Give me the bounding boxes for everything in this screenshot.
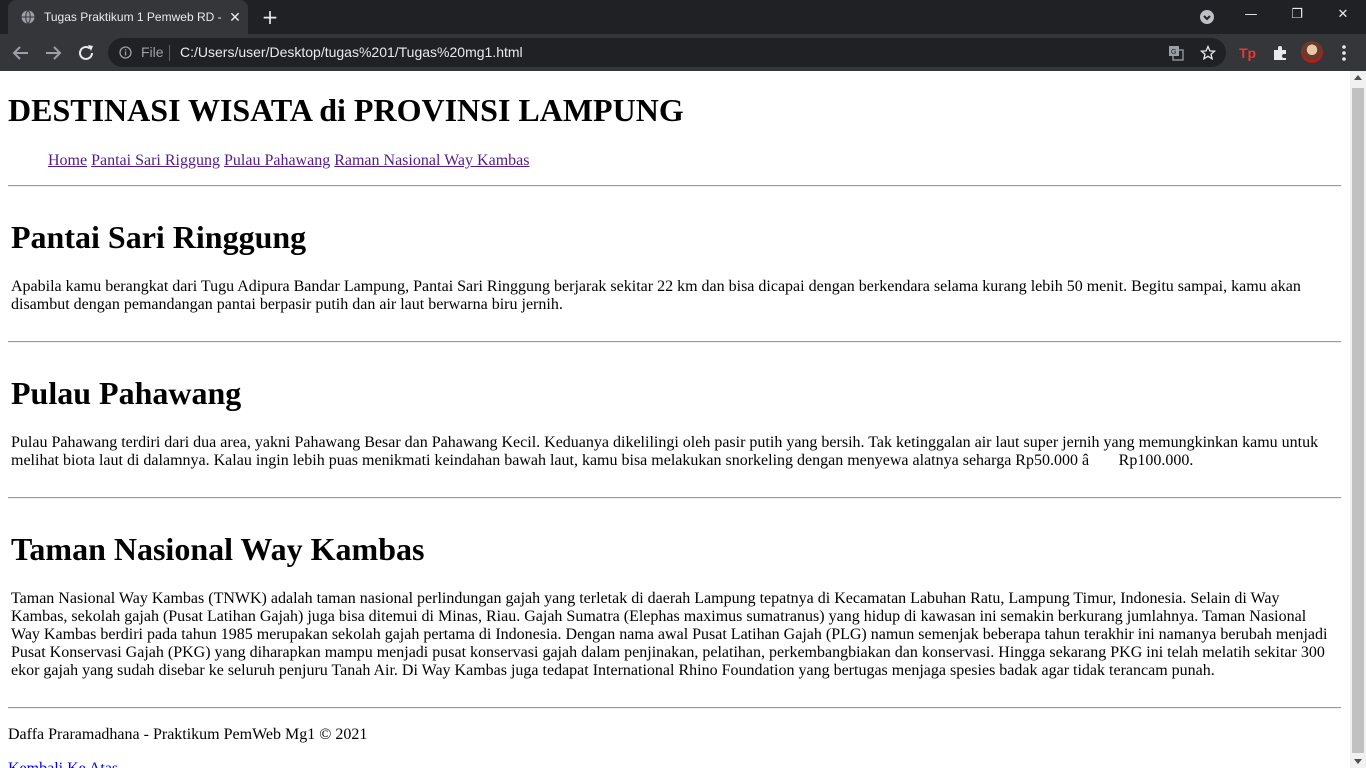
close-window-button[interactable]: ✕ — [1320, 0, 1366, 30]
info-icon[interactable] — [119, 46, 132, 59]
address-bar[interactable]: File C:/Users/user/Desktop/tugas%201/Tug… — [108, 38, 1226, 67]
globe-icon — [21, 10, 35, 24]
section-heading: Pulau Pahawang — [11, 375, 242, 411]
scroll-up-icon[interactable] — [1354, 75, 1362, 80]
scroll-down-icon[interactable] — [1354, 759, 1362, 764]
tab-title: Tugas Praktikum 1 Pemweb RD - 2021 — [44, 10, 222, 24]
section-text: Pulau Pahawang terdiri dari dua area, ya… — [11, 434, 1319, 469]
scrollbar-thumb[interactable] — [1352, 88, 1364, 753]
address-separator — [169, 45, 170, 61]
reload-icon[interactable] — [75, 42, 97, 64]
minimize-button[interactable]: — — [1228, 0, 1274, 30]
new-tab-button[interactable]: + — [258, 5, 282, 29]
svg-text:G: G — [1171, 49, 1176, 56]
tab-strip: Tugas Praktikum 1 Pemweb RD - 2021 ✕ + —… — [0, 0, 1366, 34]
puzzle-icon[interactable] — [1271, 44, 1289, 62]
close-tab-icon[interactable]: ✕ — [227, 9, 243, 25]
section-text: Apabila kamu berangkat dari Tugu Adipura… — [11, 278, 1301, 313]
translate-icon[interactable]: G — [1168, 45, 1184, 61]
extension-tp-icon[interactable]: Tp — [1239, 44, 1257, 62]
avatar[interactable] — [1301, 41, 1323, 63]
star-icon[interactable] — [1200, 45, 1216, 61]
nav-link-way-kambas[interactable]: Raman Nasional Way Kambas — [334, 152, 529, 169]
section-text: Taman Nasional Way Kambas (TNWK) adalah … — [11, 590, 1328, 679]
address-scheme: File — [141, 44, 164, 60]
browser-tab[interactable]: Tugas Praktikum 1 Pemweb RD - 2021 ✕ — [8, 0, 248, 34]
back-icon[interactable] — [10, 42, 32, 64]
section-heading: Taman Nasional Way Kambas — [11, 531, 425, 567]
section-heading: Pantai Sari Ringgung — [11, 219, 307, 255]
divider — [8, 497, 1341, 499]
tab-search-icon[interactable] — [1199, 9, 1215, 25]
address-url[interactable]: C:/Users/user/Desktop/tugas%201/Tugas%20… — [180, 44, 523, 60]
divider — [8, 185, 1341, 187]
nav-link-pantai[interactable]: Pantai Sari Riggung — [91, 152, 220, 169]
nav-link-home[interactable]: Home — [48, 152, 87, 169]
back-to-top-link[interactable]: Kembali Ke Atas — [8, 759, 118, 768]
forward-icon[interactable] — [42, 42, 64, 64]
scrollbar[interactable] — [1350, 71, 1366, 768]
restore-button[interactable]: ❐ — [1274, 0, 1320, 30]
site-nav: Home Pantai Sari Riggung Pulau Pahawang Ram… — [48, 151, 533, 170]
svg-text:Tp: Tp — [1239, 45, 1256, 61]
divider — [8, 707, 1341, 709]
divider — [8, 341, 1341, 343]
browser-toolbar: File C:/Users/user/Desktop/tugas%201/Tug… — [0, 34, 1366, 71]
page-viewport: DESTINASI WISATA di PROVINSI LAMPUNG Hom… — [0, 71, 1350, 768]
footer-text: Daffa Praramadhana - Praktikum PemWeb Mg… — [8, 726, 368, 743]
menu-icon[interactable] — [1336, 42, 1352, 64]
page-title: DESTINASI WISATA di PROVINSI LAMPUNG — [8, 92, 684, 128]
nav-link-pahawang[interactable]: Pulau Pahawang — [224, 152, 330, 169]
